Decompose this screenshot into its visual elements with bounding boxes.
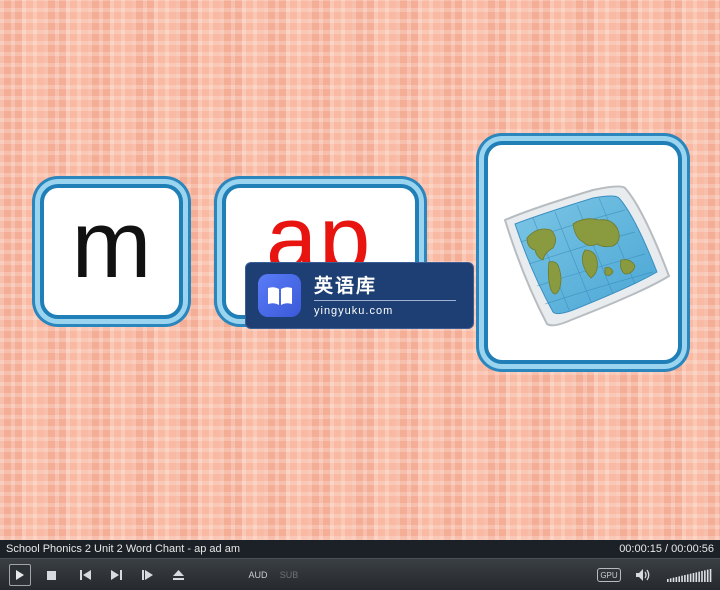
skip-back-icon [79,570,91,580]
frame-step-icon [141,570,153,580]
watermark-divider [314,299,456,301]
volume-bar [689,573,692,582]
letter-card-m: m [40,184,183,319]
control-bar: AUD SUB GPU [0,558,720,590]
mute-button[interactable] [636,565,652,585]
volume-bar [675,577,678,582]
volume-bar [678,576,680,582]
speaker-icon [636,569,650,581]
eject-icon [172,570,184,580]
volume-bar [667,579,669,582]
stop-icon [46,570,56,580]
volume-bar [669,578,672,582]
volume-bar [681,575,683,582]
subtitle-button[interactable]: SUB [278,565,300,585]
media-title: School Phonics 2 Unit 2 Word Chant - ap … [6,543,240,555]
watermark-overlay: 英语库 yingyuku.com [245,262,474,329]
volume-bar [672,577,675,582]
previous-button[interactable] [78,565,92,585]
volume-bar [686,574,689,582]
play-button[interactable] [9,564,31,586]
eject-button[interactable] [171,565,185,585]
volume-bar [698,571,700,582]
frame-step-button[interactable] [140,565,154,585]
letter-m: m [71,190,152,298]
video-frame[interactable]: m ap 英语库 yingyuku.com [0,0,720,540]
gpu-button[interactable]: GPU [597,568,621,582]
watermark-url: yingyuku.com [314,304,394,317]
volume-level-bars [667,569,712,582]
volume-bar [701,571,703,582]
volume-bar [692,573,695,582]
map-picture-card [484,141,682,364]
play-icon [16,570,24,580]
book-icon [258,274,301,317]
stop-button[interactable] [44,565,58,585]
world-map-picture [503,184,671,326]
volume-bar [706,569,709,582]
volume-bar [709,569,712,582]
next-button[interactable] [109,565,123,585]
volume-bar [704,570,706,582]
watermark-title: 英语库 [314,274,378,297]
audio-track-button[interactable]: AUD [247,565,269,585]
info-bar: School Phonics 2 Unit 2 Word Chant - ap … [0,540,720,558]
skip-forward-icon [110,570,122,580]
volume-slider[interactable] [667,565,713,585]
volume-bar [684,575,686,582]
volume-bar [695,572,698,582]
time-display: 00:00:15 / 00:00:56 [619,543,714,555]
